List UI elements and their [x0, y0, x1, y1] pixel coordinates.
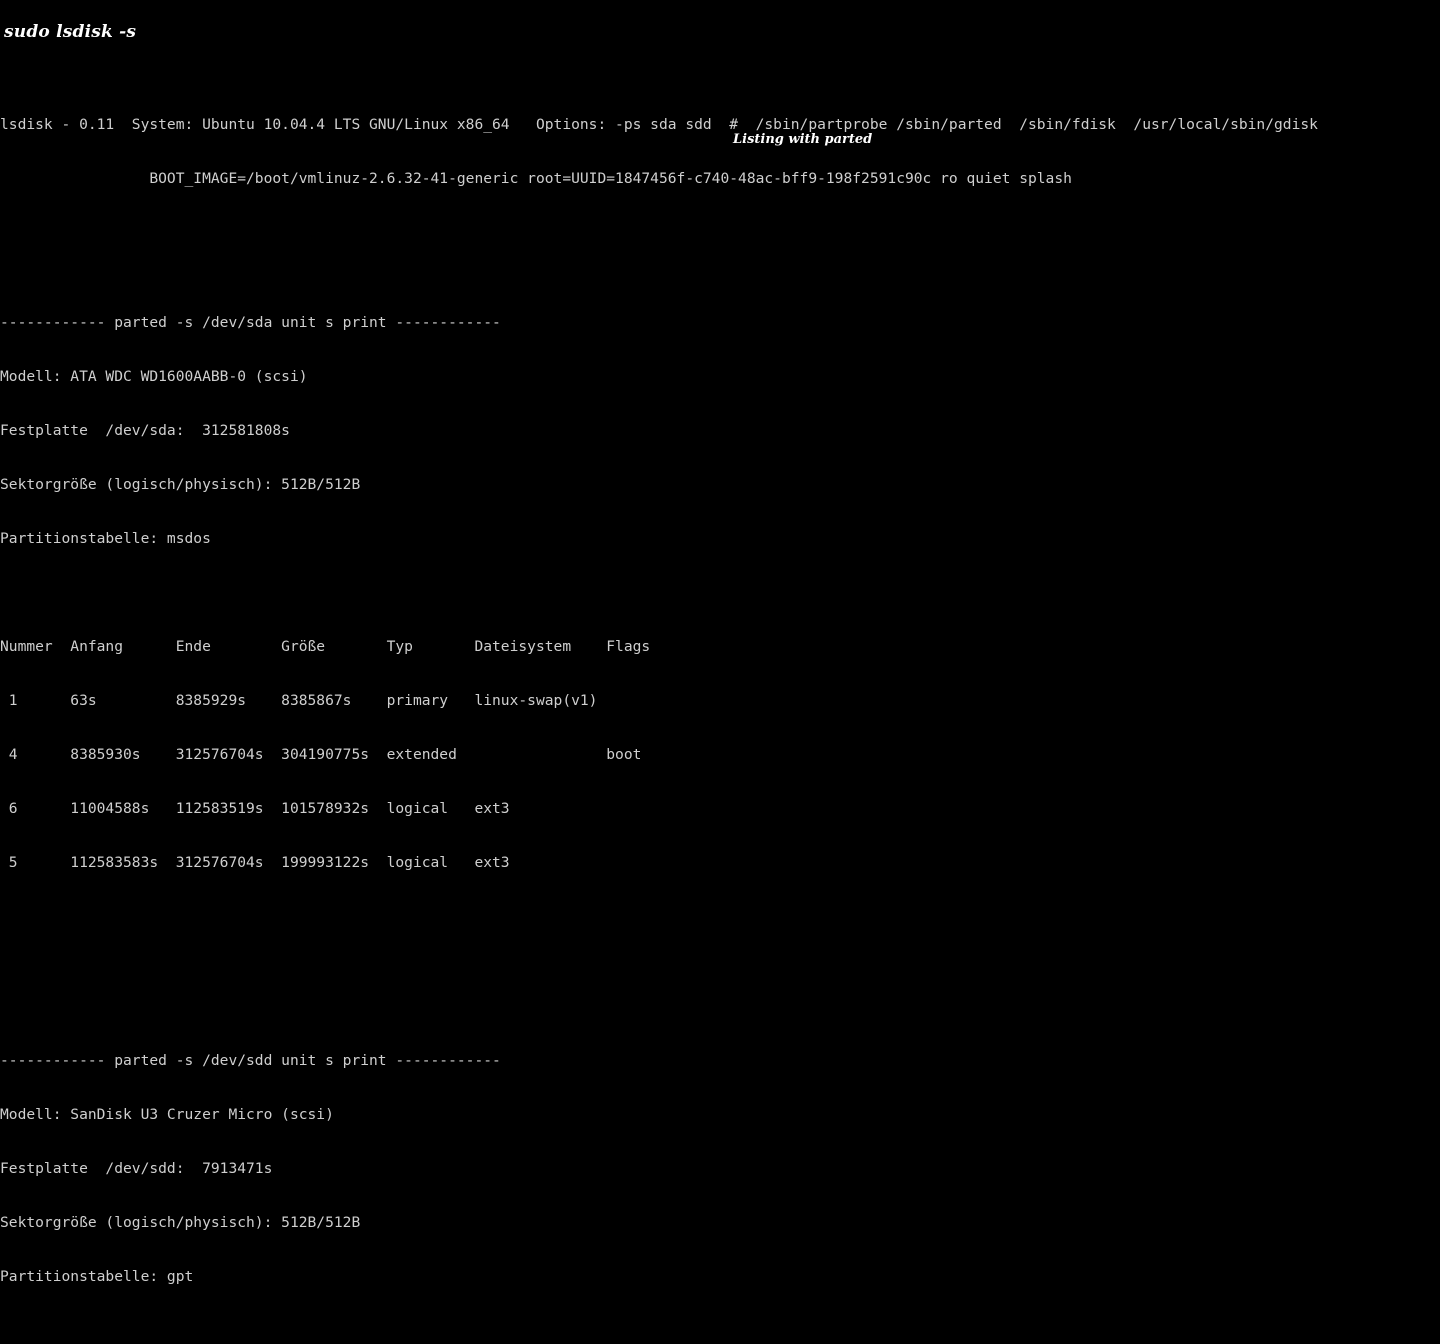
terminal-output: lsdisk - 0.11 System: Ubuntu 10.04.4 LTS…: [0, 62, 1440, 1344]
sdd-disk: Festplatte /dev/sdd: 7913471s: [0, 1160, 273, 1177]
sda-disk: Festplatte /dev/sda: 312581808s: [0, 422, 290, 439]
sdd-sector-size: Sektorgröße (logisch/physisch): 512B/512…: [0, 1214, 361, 1231]
sda-model: Modell: ATA WDC WD1600AABB-0 (scsi): [0, 368, 308, 385]
table-row: 1 63s 8385929s 8385867s primary linux-sw…: [0, 692, 598, 709]
sda-separator: ------------ parted -s /dev/sda unit s p…: [0, 314, 501, 331]
table-row: 4 8385930s 312576704s 304190775s extende…: [0, 746, 642, 763]
table-row: 5 112583583s 312576704s 199993122s logic…: [0, 854, 510, 871]
command-title: sudo lsdisk -s: [4, 22, 137, 42]
sda-sector-size: Sektorgröße (logisch/physisch): 512B/512…: [0, 476, 361, 493]
sda-partition-table: Partitionstabelle: msdos: [0, 530, 211, 547]
table-row: 6 11004588s 112583519s 101578932s logica…: [0, 800, 510, 817]
header-line-1: lsdisk - 0.11 System: Ubuntu 10.04.4 LTS…: [0, 116, 1318, 133]
sdd-separator: ------------ parted -s /dev/sdd unit s p…: [0, 1052, 501, 1069]
sdd-partition-table: Partitionstabelle: gpt: [0, 1268, 194, 1285]
header-line-2: BOOT_IMAGE=/boot/vmlinuz-2.6.32-41-gener…: [0, 170, 1072, 187]
sdd-model: Modell: SanDisk U3 Cruzer Micro (scsi): [0, 1106, 334, 1123]
terminal-screen: sudo lsdisk -s Listing with parted lsdis…: [0, 0, 1440, 1285]
sda-table-header: Nummer Anfang Ende Größe Typ Dateisystem…: [0, 638, 651, 655]
